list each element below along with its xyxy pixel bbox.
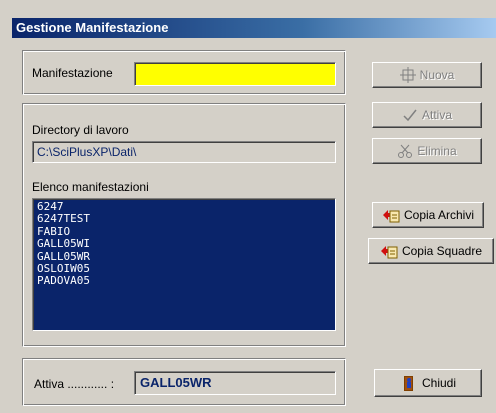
elimina-button-label: Elimina bbox=[417, 144, 457, 158]
window-title: Gestione Manifestazione bbox=[16, 20, 169, 35]
nuova-button[interactable]: Nuova bbox=[372, 62, 482, 88]
window-title-bar[interactable]: Gestione Manifestazione bbox=[12, 18, 496, 38]
copia-squadre-button[interactable]: Copia Squadre bbox=[368, 238, 494, 264]
manifestazioni-list[interactable]: 6247 6247TEST FABIO GALL05WI GALL05WR OS… bbox=[32, 198, 336, 331]
copia-squadre-button-label: Copia Squadre bbox=[401, 244, 483, 258]
attiva-value: GALL05WR bbox=[140, 375, 212, 390]
directory-label: Directory di lavoro bbox=[32, 123, 129, 137]
attiva-button-label: Attiva bbox=[421, 108, 452, 122]
elenco-label: Elenco manifestazioni bbox=[32, 180, 149, 194]
scissors-icon bbox=[397, 143, 413, 159]
directory-value: C:\SciPlusXP\Dati\ bbox=[37, 145, 137, 159]
main-window: Gestione Manifestazione Manifestazione D… bbox=[0, 0, 496, 413]
elimina-button[interactable]: Elimina bbox=[372, 138, 482, 164]
check-icon bbox=[402, 107, 418, 123]
copia-archivi-button[interactable]: Copia Archivi bbox=[372, 202, 484, 228]
window-client-area: Manifestazione Directory di lavoro C:\Sc… bbox=[12, 38, 496, 413]
chiudi-button-label: Chiudi bbox=[421, 376, 457, 390]
copy-teams-icon bbox=[380, 243, 398, 259]
attiva-field: GALL05WR bbox=[134, 371, 336, 395]
list-item[interactable]: PADOVA05 bbox=[37, 275, 331, 288]
copia-archivi-button-label: Copia Archivi bbox=[403, 208, 475, 222]
manifestazione-input[interactable] bbox=[134, 62, 336, 86]
new-icon bbox=[399, 67, 416, 83]
list-item[interactable]: GALL05WI bbox=[37, 237, 331, 250]
directory-field: C:\SciPlusXP\Dati\ bbox=[32, 141, 336, 163]
nuova-button-label: Nuova bbox=[419, 68, 455, 82]
copy-archive-icon bbox=[382, 207, 400, 223]
chiudi-button[interactable]: Chiudi bbox=[374, 369, 482, 397]
attiva-button[interactable]: Attiva bbox=[372, 102, 482, 128]
exit-door-icon bbox=[400, 374, 418, 392]
manifestazione-label: Manifestazione bbox=[32, 66, 113, 80]
attiva-label: Attiva ............ : bbox=[34, 377, 115, 391]
list-item[interactable]: 6247TEST bbox=[37, 212, 331, 225]
